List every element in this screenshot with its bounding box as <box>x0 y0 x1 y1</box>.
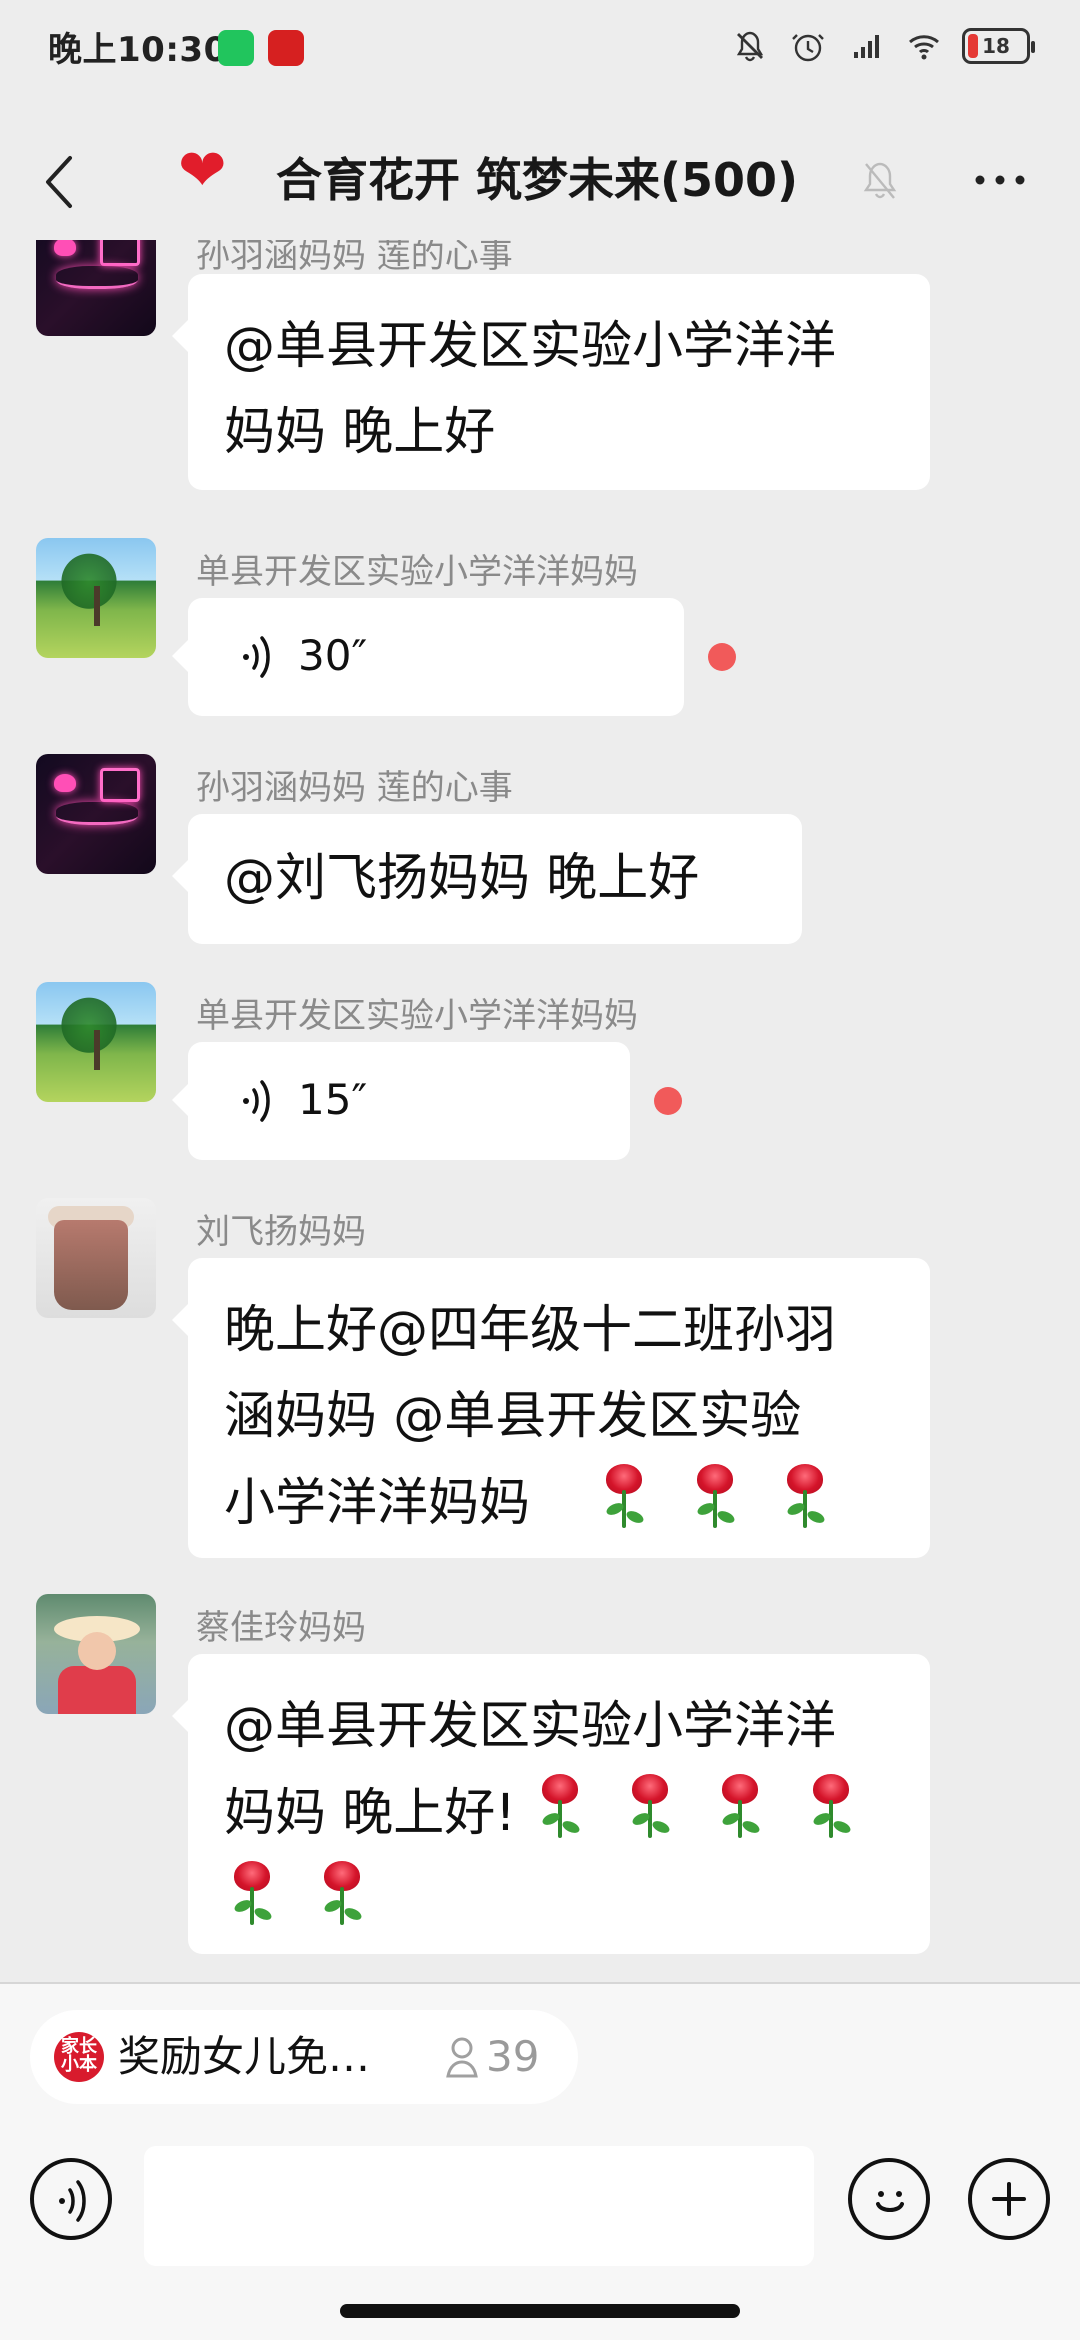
voice-wave-icon <box>59 2180 86 2222</box>
mute-bell-icon <box>736 31 764 62</box>
avatar-heart-shape <box>54 240 76 256</box>
more-icon[interactable] <box>970 160 1030 200</box>
avatar-neon-script <box>56 802 138 825</box>
avatar-jacket-shape <box>58 1666 136 1714</box>
notification-icons <box>218 30 304 66</box>
chat-header: ❤ 合育花开 筑梦未来(500) <box>0 120 1080 240</box>
avatar[interactable] <box>36 1594 156 1714</box>
voice-duration: 15″ <box>298 1075 368 1124</box>
emoji-button[interactable] <box>848 2158 930 2240</box>
avatar-heart-shape <box>54 774 76 792</box>
rose-emoji <box>314 1857 370 1927</box>
pinned-notice-pill[interactable]: 家长小本 奖励女儿免… 39 <box>30 2010 578 2104</box>
heart-icon: ❤ <box>178 136 227 204</box>
sender-name: 蔡佳玲妈妈 <box>196 1608 366 1648</box>
avatar-cup-body <box>54 1220 128 1310</box>
voice-input-button[interactable] <box>30 2158 112 2240</box>
notice-count: 39 <box>486 2032 540 2081</box>
message-bubble[interactable]: @刘飞扬妈妈 晚上好 <box>172 814 802 944</box>
voice-duration: 30″ <box>298 631 368 680</box>
avatar[interactable] <box>36 1198 156 1318</box>
rose-emoji <box>532 1770 588 1840</box>
sender-name: 单县开发区实验小学洋洋妈妈 <box>196 996 638 1036</box>
avatar[interactable] <box>36 982 156 1102</box>
xuexi-icon <box>268 30 304 66</box>
voice-wave-icon <box>243 1080 270 1122</box>
avatar-face-shape <box>78 1632 116 1670</box>
wifi-icon <box>909 35 939 60</box>
message-line: @刘飞扬妈妈 晚上好 <box>224 849 700 908</box>
message-bubble[interactable]: @单县开发区实验小学洋洋 妈妈 晚上好! <box>172 1654 930 1954</box>
signal-icon <box>854 35 879 58</box>
avatar-trunk-shape <box>94 586 100 626</box>
battery-fill <box>968 34 978 58</box>
sender-name: 刘飞扬妈妈 <box>196 1212 366 1252</box>
message-bubble[interactable]: @单县开发区实验小学洋洋 妈妈 晚上好 <box>172 274 930 490</box>
unread-voice-dot <box>654 1087 682 1115</box>
sender-name: 单县开发区实验小学洋洋妈妈 <box>196 552 638 592</box>
message-line-with-roses: 小学洋洋妈妈 <box>224 1460 894 1547</box>
notice-text: 奖励女儿免… <box>118 2032 371 2081</box>
voice-wave-icon <box>243 636 270 678</box>
rose-emoji <box>777 1460 833 1530</box>
message-line-text: 妈妈 晚上好! <box>224 1784 516 1843</box>
battery-icon: 18 <box>962 28 1035 64</box>
chat-title: 合育花开 筑梦未来(500) <box>276 153 799 207</box>
plus-icon <box>992 2182 1026 2216</box>
message-line: @单县开发区实验小学洋洋 <box>224 317 837 376</box>
sender-name: 孙羽涵妈妈 莲的心事 <box>196 768 513 808</box>
person-icon <box>446 2037 478 2078</box>
rose-emoji <box>803 1770 859 1840</box>
avatar-neon-script <box>56 266 138 289</box>
home-indicator[interactable] <box>340 2304 740 2318</box>
message-line-with-roses: 妈妈 晚上好! <box>224 1770 894 1857</box>
rose-emoji <box>224 1857 280 1927</box>
message-input-row <box>0 2146 1080 2266</box>
battery-level: 18 <box>982 34 1010 58</box>
message-bubble[interactable]: 晚上好@四年级十二班孙羽 涵妈妈 @单县开发区实验 小学洋洋妈妈 <box>172 1258 930 1558</box>
system-icons: 18 <box>730 26 1035 66</box>
rose-emoji <box>712 1770 768 1840</box>
message-line: 妈妈 晚上好 <box>224 403 496 462</box>
avatar-tree-shape <box>54 990 124 1054</box>
message-input[interactable] <box>144 2146 814 2266</box>
message-line: 涵妈妈 @单县开发区实验 <box>224 1387 802 1446</box>
message-line-text: 小学洋洋妈妈 <box>224 1474 531 1533</box>
status-time: 晚上10:30 <box>48 30 228 70</box>
chat-message-list[interactable]: 孙羽涵妈妈 莲的心事 @单县开发区实验小学洋洋 妈妈 晚上好 单县开发区实验小学… <box>0 240 1080 1980</box>
message-line: 晚上好@四年级十二班孙羽 <box>224 1301 837 1360</box>
more-actions-button[interactable] <box>968 2158 1050 2240</box>
avatar-neon-sign <box>100 768 140 802</box>
muted-bell-icon <box>863 162 897 199</box>
avatar-trunk-shape <box>94 1030 100 1070</box>
wechat-icon <box>218 30 254 66</box>
avatar-neon-sign <box>100 240 140 266</box>
alarm-icon <box>792 34 824 62</box>
avatar-tree-shape <box>54 546 124 610</box>
rose-emoji <box>687 1460 743 1530</box>
voice-message-bubble[interactable]: 15″ <box>172 1042 630 1160</box>
sender-name: 孙羽涵妈妈 莲的心事 <box>196 240 513 276</box>
back-icon[interactable] <box>34 142 90 222</box>
smile-icon <box>876 2191 904 2212</box>
rose-emoji <box>596 1460 652 1530</box>
status-bar: 晚上10:30 18 <box>0 0 1080 120</box>
rose-emoji <box>622 1770 678 1840</box>
avatar[interactable] <box>36 240 156 336</box>
bottom-input-area: 家长小本 奖励女儿免… 39 <box>0 1984 1080 2340</box>
voice-message-bubble[interactable]: 30″ <box>172 598 684 716</box>
unread-voice-dot <box>708 643 736 671</box>
notice-logo: 家长小本 <box>54 2032 104 2082</box>
avatar[interactable] <box>36 754 156 874</box>
avatar[interactable] <box>36 538 156 658</box>
message-line: @单县开发区实验小学洋洋 <box>224 1697 837 1756</box>
message-line-roses <box>224 1857 894 1944</box>
